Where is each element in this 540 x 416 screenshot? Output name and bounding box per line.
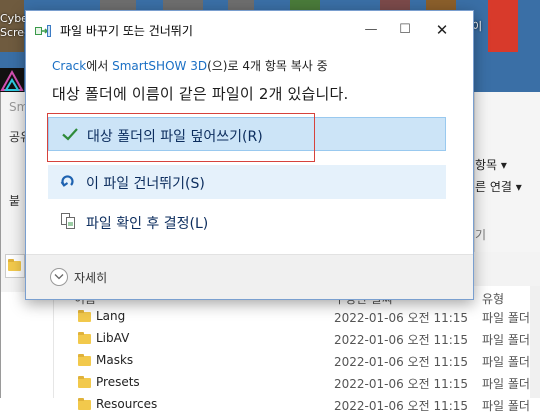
skip-files-label: 이 파일 건너뛰기(S) (86, 176, 205, 192)
expand-details-button[interactable] (50, 268, 68, 286)
navigation-pane[interactable] (1, 292, 54, 398)
ribbon-new-item[interactable]: 항목 ▾ (475, 156, 507, 173)
copy-progress-text: Crack에서 SmartSHOW 3D(으)로 4개 항목 복사 중 (52, 57, 328, 74)
dialog-titlebar[interactable]: 파일 바꾸기 또는 건너뛰기 — ☐ ✕ (26, 11, 473, 49)
maximize-button[interactable]: ☐ (389, 15, 421, 45)
ribbon-open-with[interactable]: 른 연결 ▾ (475, 178, 522, 195)
dialog-footer: 자세히 (26, 255, 473, 299)
subtitle-tail: (으)로 4개 항목 복사 중 (207, 59, 328, 73)
decide-per-file-label: 파일 확인 후 결정(L) (86, 216, 209, 232)
replace-or-skip-dialog: 파일 바꾸기 또는 건너뛰기 — ☐ ✕ Crack에서 SmartSHOW 3… (25, 10, 474, 300)
file-date: 2022-01-06 오전 11:15 (334, 377, 469, 391)
destination-folder-link[interactable]: SmartSHOW 3D (112, 59, 207, 73)
replace-files-option[interactable]: 대상 폴더의 파일 덮어쓰기(R) (48, 117, 446, 151)
folder-icon (8, 259, 21, 271)
table-row[interactable]: Masks 2022-01-06 오전 11:15 파일 폴더 (54, 350, 540, 372)
decide-per-file-option[interactable]: 파일 확인 후 결정(L) (48, 205, 446, 239)
file-name: Presets (96, 375, 140, 389)
replace-files-label: 대상 폴더의 파일 덮어쓰기(R) (87, 129, 263, 145)
checkmark-icon (61, 125, 79, 143)
file-type: 파일 폴더 (482, 311, 530, 325)
chevron-down-icon (54, 274, 64, 280)
ribbon-group-label: 기 (475, 228, 487, 242)
ribbon-right-group: 항목 ▾ 른 연결 ▾ 기 (474, 92, 540, 252)
file-name: Masks (96, 353, 134, 367)
file-list[interactable]: 이름 수정한 날짜 유형 Lang 2022-01-06 오전 11:15 파일… (54, 286, 540, 413)
file-date: 2022-01-06 오전 11:15 (334, 399, 469, 413)
close-button[interactable]: ✕ (426, 15, 458, 45)
dialog-title: 파일 바꾸기 또는 건너뛰기 (60, 24, 193, 38)
file-name: LibAV (96, 331, 130, 345)
file-type: 파일 폴더 (482, 377, 530, 391)
ribbon-paste-label[interactable]: 붙 (9, 192, 20, 209)
file-name: Resources (96, 397, 158, 411)
app-logo-icon[interactable] (0, 68, 24, 92)
source-folder-link[interactable]: Crack (52, 59, 86, 73)
minimize-button[interactable]: — (355, 15, 387, 45)
table-row[interactable]: LibAV 2022-01-06 오전 11:15 파일 폴더 (54, 328, 540, 350)
file-date: 2022-01-06 오전 11:15 (334, 311, 469, 325)
skip-files-option[interactable]: 이 파일 건너뛰기(S) (48, 165, 446, 199)
folder-icon (78, 376, 91, 388)
file-type: 파일 폴더 (482, 333, 530, 347)
folder-icon (78, 332, 91, 344)
copy-files-icon (35, 23, 51, 37)
vertical-scrollbar[interactable] (530, 286, 540, 398)
subtitle-connector: 에서 (86, 59, 113, 73)
folder-icon (78, 398, 91, 410)
address-bar[interactable] (5, 254, 25, 278)
file-name: Lang (96, 309, 126, 323)
folder-icon (78, 354, 91, 366)
desktop-icon[interactable] (488, 0, 518, 52)
table-row[interactable]: Resources 2022-01-06 오전 11:15 파일 폴더 (54, 394, 540, 416)
folder-icon (78, 310, 91, 322)
column-header-type[interactable]: 유형 (482, 290, 504, 307)
file-date: 2022-01-06 오전 11:15 (334, 333, 469, 347)
compare-files-icon (60, 212, 78, 230)
table-row[interactable]: Presets 2022-01-06 오전 11:15 파일 폴더 (54, 372, 540, 394)
details-label[interactable]: 자세히 (74, 269, 107, 286)
file-date: 2022-01-06 오전 11:15 (334, 355, 469, 369)
conflict-heading: 대상 폴더에 이름이 같은 파일이 2개 있습니다. (52, 85, 349, 103)
skip-arrow-icon (60, 172, 78, 190)
file-type: 파일 폴더 (482, 355, 530, 369)
file-type: 파일 폴더 (482, 399, 530, 413)
table-row[interactable]: Lang 2022-01-06 오전 11:15 파일 폴더 (54, 306, 540, 328)
